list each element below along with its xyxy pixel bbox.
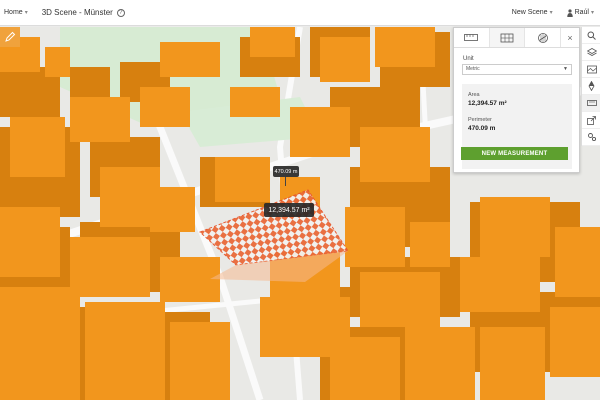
perimeter-result-label: Perimeter [468,117,492,123]
measure-button[interactable] [582,95,600,112]
scene-title-text: 3D Scene - Münster [41,8,113,17]
unit-select-value: Metric [466,66,480,72]
unit-label: Unit [463,56,474,62]
measure-icon [586,100,597,106]
chevron-down-icon: ▾ [549,10,553,16]
user-name: Raúl [574,9,589,16]
perimeter-label-leader [285,177,286,186]
help-icon[interactable]: ? [116,8,125,17]
tab-distance[interactable] [454,28,490,47]
chevron-down-icon: ▾ [24,10,28,16]
basemap-button[interactable] [582,61,600,78]
area-icon [500,33,514,42]
layers-button[interactable] [582,44,600,61]
close-icon[interactable]: × [561,28,579,47]
perimeter-label: 470.09 m [273,166,299,177]
basemap-icon [586,65,597,73]
settings-button[interactable] [582,129,600,146]
share-button[interactable] [582,112,600,129]
area-result-value: 12,394.57 m² [468,100,507,107]
app-header: Home ▾ 3D Scene - Münster ? New Scene ▾ … [0,0,600,26]
tab-slice[interactable] [525,28,562,47]
new-scene-menu[interactable]: New Scene ▾ [512,9,553,16]
caret-down-icon: ▼ [563,66,568,72]
pencil-icon [5,31,16,42]
home-menu[interactable]: Home ▾ [4,9,28,16]
new-measurement-button[interactable]: NEW MEASUREMENT [461,147,568,160]
new-scene-label: New Scene [511,9,548,16]
user-menu[interactable]: Raúl ▾ [566,8,594,17]
navigation-button[interactable] [582,78,600,95]
layers-icon [586,47,597,56]
slice-icon [537,32,548,43]
perimeter-result-value: 470.09 m [468,125,496,132]
scene-title: 3D Scene - Münster ? [42,8,125,17]
unit-select[interactable]: Metric ▼ [462,64,572,75]
sketch-tool-button[interactable] [0,27,20,47]
right-toolbar [581,27,600,146]
measurement-tabs: × [454,28,579,48]
chevron-down-icon: ▾ [590,10,594,16]
area-result-label: Area [468,92,480,98]
search-button[interactable] [582,27,600,44]
share-icon [587,115,596,125]
area-label: 12,394.57 m² [264,203,314,217]
compass-icon [588,81,595,91]
user-icon [566,8,573,17]
distance-icon [464,34,479,41]
tab-area[interactable] [489,28,526,47]
search-icon [587,31,596,40]
settings-icon [587,133,596,142]
home-label: Home [4,9,23,16]
